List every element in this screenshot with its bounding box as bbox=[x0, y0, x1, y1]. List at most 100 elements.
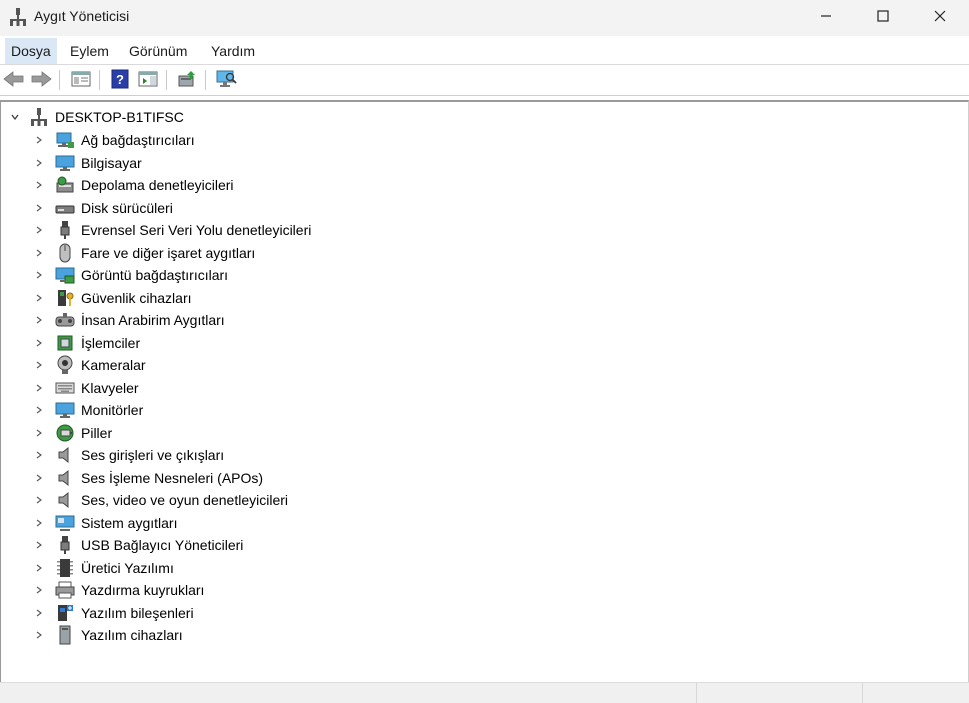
tree-category[interactable]: Ağ bağdaştırıcıları bbox=[33, 129, 195, 151]
back-button[interactable] bbox=[3, 69, 25, 91]
tree-category[interactable]: Depolama denetleyicileri bbox=[33, 174, 234, 196]
storage-controller-icon bbox=[55, 175, 75, 195]
update-driver-button[interactable] bbox=[176, 69, 198, 91]
device-manager-icon bbox=[8, 7, 28, 27]
tree-category[interactable]: Monitörler bbox=[33, 399, 143, 421]
tree-category-label: Görüntü bağdaştırıcıları bbox=[81, 267, 229, 283]
chevron-down-icon[interactable] bbox=[9, 111, 21, 123]
chevron-right-icon[interactable] bbox=[33, 539, 45, 551]
update-driver-icon bbox=[177, 69, 197, 92]
chevron-right-icon[interactable] bbox=[33, 337, 45, 349]
tree-category-label: Klavyeler bbox=[81, 379, 139, 396]
tree-category[interactable]: Evrensel Seri Veri Yolu denetleyicileri bbox=[33, 219, 311, 241]
toolbar: ? bbox=[0, 65, 969, 96]
tree-category-label: USB Bağlayıcı Yöneticileri bbox=[81, 537, 244, 553]
chevron-right-icon[interactable] bbox=[33, 224, 45, 236]
menu-dosya[interactable]: Dosya bbox=[5, 38, 57, 64]
chevron-right-icon[interactable] bbox=[33, 472, 45, 484]
menu-gorunum[interactable]: Görünüm bbox=[123, 38, 193, 64]
tree-category[interactable]: İşlemciler bbox=[33, 332, 140, 354]
close-button[interactable] bbox=[911, 0, 969, 34]
tree-category[interactable]: Ses girişleri ve çıkışları bbox=[33, 444, 224, 466]
tree-category-label: Ses İşleme Nesneleri (APOs) bbox=[81, 469, 264, 486]
tree-category[interactable]: Fare ve diğer işaret aygıtları bbox=[33, 242, 255, 264]
tree-category-label: Piller bbox=[81, 424, 113, 441]
tree-category-label: Yazdırma kuyrukları bbox=[81, 582, 205, 598]
tree-category-label: İnsan Arabirim Aygıtları bbox=[81, 312, 225, 328]
tree-category[interactable]: Sistem aygıtları bbox=[33, 512, 177, 534]
window-title: Aygıt Yöneticisi bbox=[34, 8, 130, 24]
chevron-right-icon[interactable] bbox=[33, 517, 45, 529]
chevron-right-icon[interactable] bbox=[33, 292, 45, 304]
tree-root[interactable]: DESKTOP-B1TIFSC bbox=[9, 106, 184, 128]
tree-category-label: Disk sürücüleri bbox=[81, 199, 173, 216]
tree-category[interactable]: Üretici Yazılımı bbox=[33, 557, 174, 579]
tree-category[interactable]: Ses, video ve oyun denetleyicileri bbox=[33, 489, 288, 511]
chevron-right-icon[interactable] bbox=[33, 359, 45, 371]
hid-icon bbox=[55, 310, 75, 330]
chevron-right-icon[interactable] bbox=[33, 404, 45, 416]
speaker-icon bbox=[55, 445, 75, 465]
tree-category[interactable]: Disk sürücüleri bbox=[33, 197, 173, 219]
chevron-right-icon[interactable] bbox=[33, 629, 45, 641]
chevron-right-icon[interactable] bbox=[33, 607, 45, 619]
status-cell bbox=[862, 683, 969, 703]
chevron-right-icon[interactable] bbox=[33, 427, 45, 439]
tree-category-label: Üretici Yazılımı bbox=[81, 559, 174, 576]
minimize-button[interactable] bbox=[797, 0, 855, 34]
printer-icon bbox=[55, 580, 75, 600]
tree-category-label: Monitörler bbox=[81, 402, 144, 418]
tree-category[interactable]: İnsan Arabirim Aygıtları bbox=[33, 309, 225, 331]
tree-category[interactable]: Güvenlik cihazları bbox=[33, 287, 192, 309]
maximize-button[interactable] bbox=[854, 0, 912, 34]
chevron-right-icon[interactable] bbox=[33, 314, 45, 326]
chevron-right-icon[interactable] bbox=[33, 157, 45, 169]
status-bar bbox=[0, 682, 969, 703]
tree-category[interactable]: Yazılım cihazları bbox=[33, 624, 183, 646]
chevron-right-icon[interactable] bbox=[33, 382, 45, 394]
computer-icon bbox=[55, 153, 75, 173]
tree-category[interactable]: Ses İşleme Nesneleri (APOs) bbox=[33, 467, 263, 489]
tree-category[interactable]: Yazılım bileşenleri bbox=[33, 602, 194, 624]
chevron-right-icon[interactable] bbox=[33, 449, 45, 461]
svg-text:?: ? bbox=[116, 72, 124, 87]
tree-category-label: Sistem aygıtları bbox=[81, 514, 178, 531]
tree-category-label: İşlemciler bbox=[81, 334, 141, 351]
tree-category-label: Güvenlik cihazları bbox=[81, 289, 192, 306]
chevron-right-icon[interactable] bbox=[33, 494, 45, 506]
chevron-right-icon[interactable] bbox=[33, 562, 45, 574]
mouse-icon bbox=[55, 243, 75, 263]
help-icon: ? bbox=[111, 69, 129, 92]
system-device-icon bbox=[55, 513, 75, 533]
tree-category[interactable]: USB Bağlayıcı Yöneticileri bbox=[33, 534, 243, 556]
tree-category[interactable]: Klavyeler bbox=[33, 377, 139, 399]
tree-category[interactable]: Bilgisayar bbox=[33, 152, 142, 174]
tree-category[interactable]: Kameralar bbox=[33, 354, 146, 376]
chevron-right-icon[interactable] bbox=[33, 247, 45, 259]
chevron-right-icon[interactable] bbox=[33, 179, 45, 191]
action-pane-button[interactable] bbox=[137, 69, 159, 91]
chevron-right-icon[interactable] bbox=[33, 202, 45, 214]
chevron-right-icon[interactable] bbox=[33, 584, 45, 596]
software-component-icon bbox=[55, 603, 75, 623]
help-button[interactable]: ? bbox=[109, 69, 131, 91]
chevron-right-icon[interactable] bbox=[33, 134, 45, 146]
display-adapter-icon bbox=[55, 265, 75, 285]
speaker-icon bbox=[55, 468, 75, 488]
forward-button[interactable] bbox=[30, 69, 52, 91]
title-bar: Aygıt Yöneticisi bbox=[0, 0, 969, 36]
properties-button[interactable] bbox=[70, 69, 92, 91]
tree-category[interactable]: Piller bbox=[33, 422, 112, 444]
usb-connector-icon bbox=[55, 220, 75, 240]
properties-icon bbox=[71, 70, 91, 91]
tree-category[interactable]: Görüntü bağdaştırıcıları bbox=[33, 264, 228, 286]
scan-hardware-button[interactable] bbox=[215, 69, 237, 91]
scan-hardware-icon bbox=[215, 69, 237, 92]
menu-eylem[interactable]: Eylem bbox=[64, 38, 115, 64]
device-tree: DESKTOP-B1TIFSC Ağ bağdaştırıcıları Bilgi… bbox=[0, 100, 969, 682]
minimize-icon bbox=[820, 9, 832, 25]
security-device-icon bbox=[55, 288, 75, 308]
tree-category[interactable]: Yazdırma kuyrukları bbox=[33, 579, 204, 601]
chevron-right-icon[interactable] bbox=[33, 269, 45, 281]
menu-yardim[interactable]: Yardım bbox=[205, 38, 261, 64]
